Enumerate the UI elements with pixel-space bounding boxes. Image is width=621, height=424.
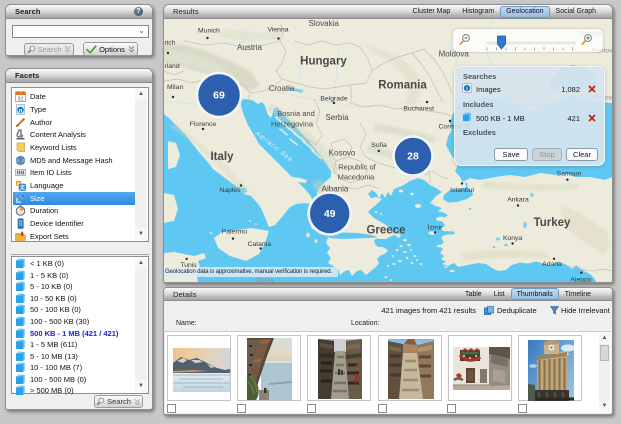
svg-text:49: 49 xyxy=(324,208,336,220)
svg-text:Naples: Naples xyxy=(219,187,241,194)
svg-text:İzmir: İzmir xyxy=(428,223,443,232)
svg-text:Sofia: Sofia xyxy=(371,142,387,149)
svg-text:o: o xyxy=(19,108,23,114)
svg-text:Samsun: Samsun xyxy=(557,171,582,178)
svg-text:Malta: Malta xyxy=(257,278,274,283)
svg-text:Herzegovina: Herzegovina xyxy=(271,120,314,129)
svg-text:Romania: Romania xyxy=(378,80,427,92)
svg-text:Konya: Konya xyxy=(503,235,522,242)
svg-text:rich: rich xyxy=(165,40,176,47)
svg-text:Catania: Catania xyxy=(248,241,272,248)
svg-text:Florence: Florence xyxy=(190,121,217,128)
svg-text:文: 文 xyxy=(19,183,25,191)
svg-text:Aleppo: Aleppo xyxy=(570,277,591,283)
svg-text:Vienna: Vienna xyxy=(267,27,288,34)
svg-text:Croatia: Croatia xyxy=(269,84,295,93)
svg-text:Kosovo: Kosovo xyxy=(329,149,356,158)
svg-text:Istanbul: Istanbul xyxy=(450,187,474,194)
svg-text:Slovakia: Slovakia xyxy=(309,19,340,28)
svg-text:Republic of: Republic of xyxy=(338,163,376,172)
svg-text:Adana: Adana xyxy=(542,261,562,268)
svg-text:Bosnia and: Bosnia and xyxy=(277,109,315,118)
svg-text:Greece: Greece xyxy=(366,225,405,237)
svg-text:Ankara: Ankara xyxy=(507,197,529,204)
svg-text:31: 31 xyxy=(17,97,23,102)
svg-text:Austria: Austria xyxy=(237,43,262,52)
svg-text:Palermo: Palermo xyxy=(222,228,248,235)
svg-text:Bucharest: Bucharest xyxy=(403,106,434,113)
svg-text:Milan: Milan xyxy=(167,84,183,91)
svg-text:Serbia: Serbia xyxy=(325,113,349,122)
svg-text:69: 69 xyxy=(213,90,225,102)
svg-text:rland: rland xyxy=(165,63,180,70)
svg-text:Munich: Munich xyxy=(198,28,220,35)
svg-text:28: 28 xyxy=(407,151,419,163)
svg-text:Italy: Italy xyxy=(210,151,234,163)
svg-text:Hungary: Hungary xyxy=(300,56,347,68)
svg-text:Belgrade: Belgrade xyxy=(320,96,347,103)
svg-text:Macedonia: Macedonia xyxy=(338,173,376,182)
svg-text:Turkey: Turkey xyxy=(534,217,571,229)
